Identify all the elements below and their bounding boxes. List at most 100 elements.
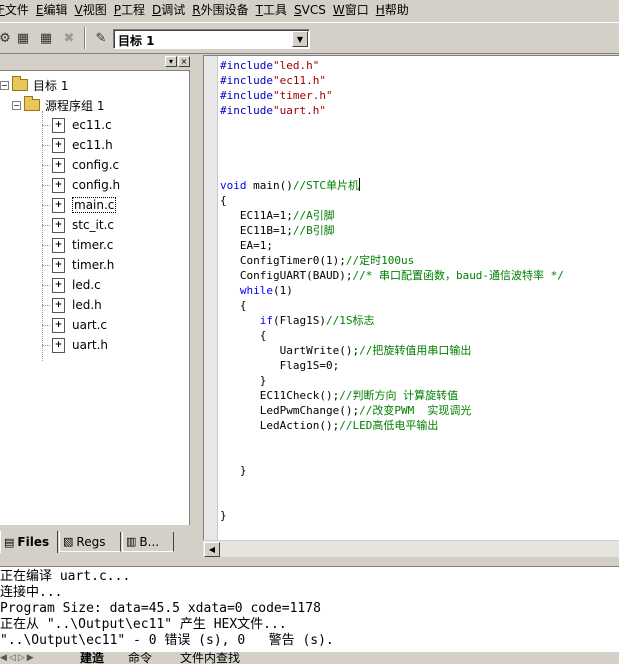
tab-command[interactable]: 命令: [128, 652, 152, 664]
output-tabs: ◀◁▷▶ 建造 命令 文件内查找: [0, 652, 619, 664]
tree-file-label: timer.c: [72, 238, 114, 252]
build-icon[interactable]: ⚙: [0, 29, 14, 47]
close-icon[interactable]: ×: [178, 56, 190, 67]
code-line: while(1): [220, 283, 619, 298]
code-line: EC11B=1;//B引脚: [220, 223, 619, 238]
code-token: EC11A=1;: [220, 209, 293, 222]
target-select-value: 目标 1: [118, 34, 155, 48]
tree-group[interactable]: − 源程序组 1: [12, 96, 104, 114]
menu-item-9[interactable]: H帮助: [372, 1, 412, 19]
scroll-left-icon[interactable]: ◀: [204, 542, 220, 557]
tree-file-item[interactable]: + stc_it.c: [52, 216, 114, 234]
horizontal-splitter[interactable]: [0, 557, 619, 567]
pane-pin-icon[interactable]: ▾: [165, 56, 177, 67]
code-token: //定时100us: [345, 254, 415, 267]
menu-item-2[interactable]: V视图: [71, 1, 110, 19]
code-token: (Flag1S): [273, 314, 326, 327]
tree-connector: [42, 245, 50, 246]
tree-file-item[interactable]: + led.h: [52, 296, 102, 314]
tab-build[interactable]: 建造: [80, 652, 104, 664]
menu-item-6[interactable]: T工具: [252, 1, 290, 19]
code-editor[interactable]: #include"led.h" #include"ec11.h" #include"…: [203, 55, 619, 540]
tree-file-item[interactable]: + ec11.c: [52, 116, 112, 134]
tree-root-label: 目标 1: [33, 78, 69, 93]
tab-regs[interactable]: ▧ Regs: [59, 532, 121, 552]
collapse-icon[interactable]: −: [12, 100, 21, 110]
code-token: }: [220, 509, 227, 522]
menu-item-0[interactable]: F文件: [0, 1, 32, 19]
source-file-icon: +: [52, 157, 65, 173]
tab-files[interactable]: ▤ Files: [0, 531, 58, 553]
tree-root[interactable]: − 目标 1: [0, 76, 68, 94]
stop-build-icon[interactable]: ✖: [60, 29, 78, 47]
tree-group-label: 源程序组 1: [45, 98, 105, 113]
code-token: "uart.h": [272, 104, 326, 117]
menu-item-1[interactable]: E编辑: [32, 1, 71, 19]
code-token: if: [259, 314, 273, 327]
target-select[interactable]: 目标 1 ▼: [113, 29, 310, 49]
code-line: #include"ec11.h": [220, 73, 619, 88]
code-token: #include: [220, 59, 273, 72]
tree-file-item[interactable]: + main.c: [52, 196, 117, 214]
menu-item-7[interactable]: SVCS: [290, 1, 329, 19]
regs-tab-icon: ▧: [63, 535, 74, 548]
source-file-icon: +: [52, 277, 65, 293]
chevron-down-icon[interactable]: ▼: [292, 31, 308, 47]
tab-books[interactable]: ▥ B...: [122, 532, 174, 552]
tree-connector: [42, 305, 50, 306]
tree-file-item[interactable]: + uart.c: [52, 316, 107, 334]
menu-item-8[interactable]: W窗口: [329, 1, 372, 19]
rebuild-icon[interactable]: ▦: [14, 29, 32, 47]
source-file-icon: +: [52, 317, 65, 333]
tree-file-label: led.c: [72, 278, 101, 292]
code-token: {: [220, 329, 267, 342]
tab-find-in-files[interactable]: 文件内查找: [180, 652, 240, 664]
code-area[interactable]: #include"led.h" #include"ec11.h" #include"…: [220, 58, 619, 523]
options-wand-icon[interactable]: ✎: [92, 29, 110, 47]
code-token: LedPwmChange();: [220, 404, 360, 417]
tree-file-item[interactable]: + config.c: [52, 156, 119, 174]
vertical-splitter[interactable]: [193, 55, 203, 557]
source-file-icon: +: [52, 337, 65, 353]
source-file-icon: +: [52, 177, 65, 193]
source-file-icon: +: [52, 237, 65, 253]
tree-connector: [42, 185, 50, 186]
menu-item-5[interactable]: R外围设备: [188, 1, 251, 19]
horizontal-scrollbar[interactable]: ◀: [203, 540, 619, 557]
code-token: EC11B=1;: [220, 224, 293, 237]
tree-file-item[interactable]: + uart.h: [52, 336, 108, 354]
tree-file-item[interactable]: + config.h: [52, 176, 120, 194]
tree-connector: [42, 165, 50, 166]
code-token: //LED高低电平输出: [339, 419, 439, 432]
code-line: EA=1;: [220, 238, 619, 253]
code-token: }: [220, 374, 267, 387]
code-token: EC11Check();: [220, 389, 340, 402]
tab-nav-arrows-icon[interactable]: ◀◁▷▶: [0, 653, 36, 663]
menu-item-3[interactable]: P工程: [110, 1, 148, 19]
batch-build-icon[interactable]: ▦: [37, 29, 55, 47]
code-line: void main()//STC单片机: [220, 178, 619, 193]
folder-icon: [24, 96, 40, 111]
code-token: "timer.h": [272, 89, 333, 102]
tree-file-item[interactable]: + ec11.h: [52, 136, 113, 154]
tree-file-label: timer.h: [72, 258, 115, 272]
source-file-icon: +: [52, 137, 65, 153]
tree-file-label: config.c: [72, 158, 120, 172]
tree-file-item[interactable]: + timer.c: [52, 236, 113, 254]
code-token: "ec11.h": [272, 74, 326, 87]
tree-file-label: main.c: [72, 197, 117, 213]
tree-file-label: config.h: [72, 178, 121, 192]
tree-file-item[interactable]: + timer.h: [52, 256, 114, 274]
code-line: #include"timer.h": [220, 88, 619, 103]
collapse-icon[interactable]: −: [0, 80, 9, 90]
tree-file-item[interactable]: + led.c: [52, 276, 101, 294]
source-file-icon: +: [52, 257, 65, 273]
menu-item-4[interactable]: D调试: [148, 1, 188, 19]
tab-books-label: B...: [139, 534, 160, 549]
code-line: Flag1S=0;: [220, 358, 619, 373]
tab-files-label: Files: [17, 535, 50, 549]
